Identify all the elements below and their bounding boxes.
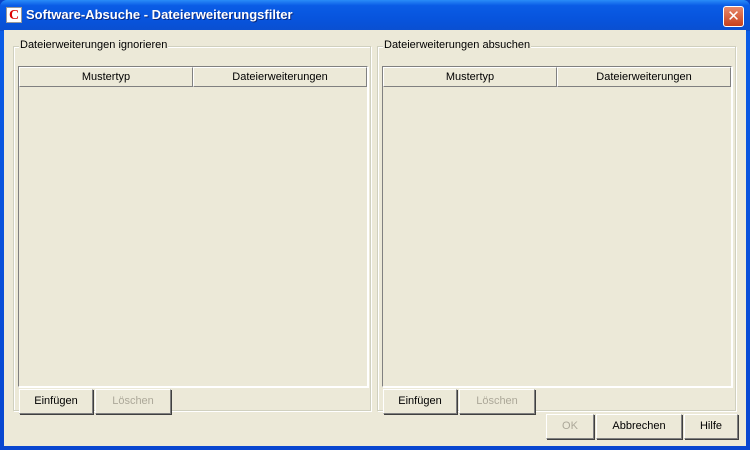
title-bar[interactable]: C Software-Absuche - Dateierweiterungsfi…	[0, 0, 750, 31]
dialog-content: Dateierweiterungen ignorieren Mustertyp …	[4, 30, 746, 446]
delete-button: Löschen	[459, 389, 535, 414]
dialog-window: C Software-Absuche - Dateierweiterungsfi…	[0, 0, 750, 450]
delete-button: Löschen	[95, 389, 171, 414]
ok-button: OK	[546, 414, 594, 439]
ignore-extensions-group: Dateierweiterungen ignorieren Mustertyp …	[13, 39, 371, 414]
column-header-dateierweiterungen[interactable]: Dateierweiterungen	[557, 67, 731, 87]
insert-button[interactable]: Einfügen	[383, 389, 457, 414]
help-button[interactable]: Hilfe	[684, 414, 738, 439]
ignore-extensions-table[interactable]: Mustertyp Dateierweiterungen	[18, 66, 368, 387]
window-title: Software-Absuche - Dateierweiterungsfilt…	[26, 7, 293, 22]
scan-extensions-group: Dateierweiterungen absuchen Mustertyp Da…	[377, 39, 736, 414]
scan-extensions-table[interactable]: Mustertyp Dateierweiterungen	[382, 66, 732, 387]
group-legend: Dateierweiterungen absuchen	[383, 39, 532, 51]
insert-button[interactable]: Einfügen	[19, 389, 93, 414]
column-header-mustertyp[interactable]: Mustertyp	[383, 67, 557, 87]
column-header-mustertyp[interactable]: Mustertyp	[19, 67, 193, 87]
group-legend: Dateierweiterungen ignorieren	[19, 39, 169, 51]
column-header-dateierweiterungen[interactable]: Dateierweiterungen	[193, 67, 367, 87]
close-button[interactable]: ✕	[723, 6, 744, 27]
cancel-button[interactable]: Abbrechen	[596, 414, 682, 439]
app-icon: C	[6, 7, 22, 23]
